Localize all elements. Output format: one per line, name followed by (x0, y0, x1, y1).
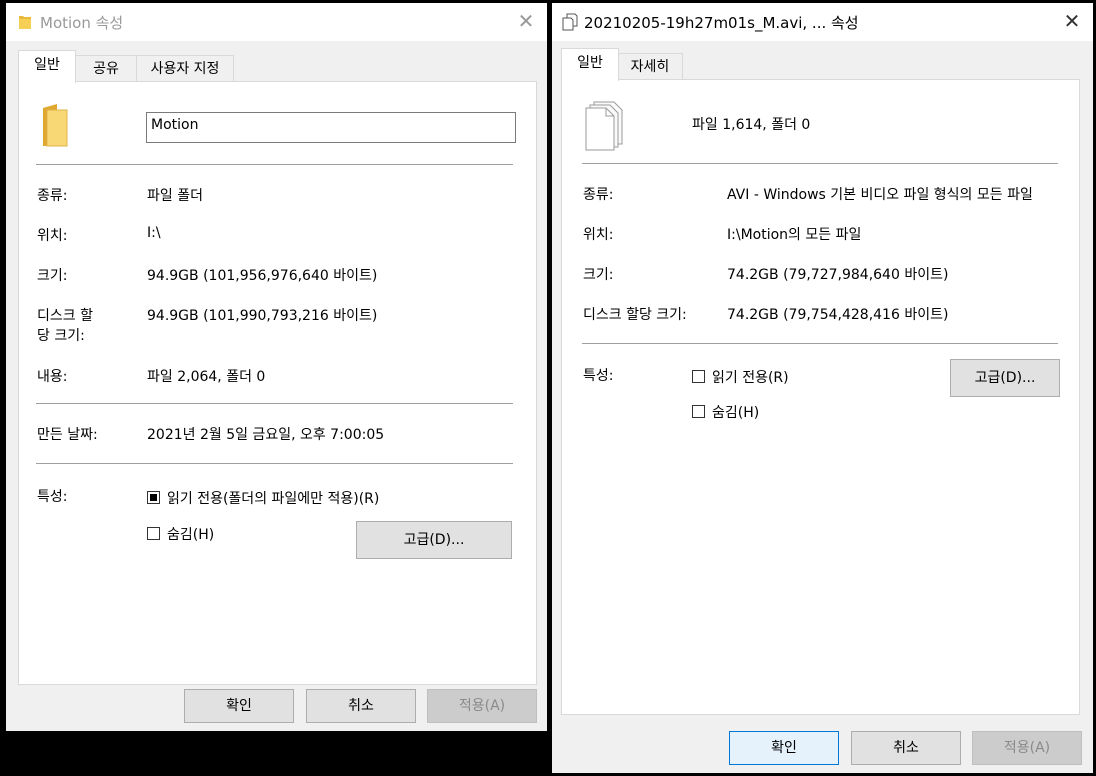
readonly-label[interactable]: 읽기 전용(R) (712, 367, 789, 387)
folder-name-input[interactable]: Motion (146, 112, 516, 143)
disk-size-value: 74.2GB (79,754,428,416 바이트) (727, 307, 949, 323)
created-value: 2021년 2월 5일 금요일, 오후 7:00:05 (147, 427, 385, 443)
tab-customize[interactable]: 사용자 지정 (136, 55, 234, 83)
size-label: 크기: (583, 267, 614, 283)
ok-button[interactable]: 확인 (184, 689, 294, 723)
disk-size-label: 디스크 할당 크기: (583, 307, 687, 323)
type-label: 종류: (583, 187, 614, 203)
separator (36, 164, 513, 165)
contents-value: 파일 2,064, 폴더 0 (147, 369, 266, 385)
selection-summary: 파일 1,614, 폴더 0 (692, 117, 811, 133)
folder-icon (43, 104, 68, 147)
tab-sharing[interactable]: 공유 (74, 55, 138, 83)
readonly-checkbox[interactable] (147, 491, 160, 504)
location-label: 위치: (583, 227, 614, 243)
close-button[interactable]: ✕ (1058, 7, 1086, 35)
separator (582, 343, 1058, 344)
advanced-button[interactable]: 고급(D)... (950, 359, 1060, 397)
size-value: 94.9GB (101,956,976,640 바이트) (147, 268, 378, 284)
hidden-checkbox[interactable] (692, 405, 705, 418)
tab-general[interactable]: 일반 (561, 48, 619, 81)
tab-details[interactable]: 자세히 (617, 53, 683, 81)
attributes-label: 특성: (37, 489, 68, 505)
cancel-button[interactable]: 취소 (306, 689, 416, 723)
close-button[interactable]: ✕ (512, 7, 540, 35)
readonly-label[interactable]: 읽기 전용(폴더의 파일에만 적용)(R) (167, 488, 379, 508)
apply-button[interactable]: 적용(A) (972, 731, 1082, 765)
hidden-label[interactable]: 숨김(H) (167, 524, 214, 544)
type-value: 파일 폴더 (147, 188, 203, 204)
folder-properties-dialog: Motion 속성 ✕ 일반 공유 사용자 지정 Motion 종류: 파일 폴… (6, 3, 547, 731)
general-panel: Motion 종류: 파일 폴더 위치: I:\ 크기: 94.9GB (101… (18, 81, 537, 685)
separator (36, 403, 513, 404)
hidden-label[interactable]: 숨김(H) (712, 402, 759, 422)
window-title: 20210205-19h27m01s_M.avi, ... 속성 (584, 14, 859, 32)
created-label: 만든 날짜: (37, 427, 98, 443)
type-value: AVI - Windows 기본 비디오 파일 형식의 모든 파일 (727, 187, 1033, 203)
separator (582, 163, 1058, 164)
general-panel: 파일 1,614, 폴더 0 종류: AVI - Windows 기본 비디오 … (561, 79, 1080, 715)
location-value: I:\ (147, 225, 161, 241)
location-value: I:\Motion의 모든 파일 (727, 227, 862, 243)
window-title: Motion 속성 (40, 14, 124, 32)
title-bar: 20210205-19h27m01s_M.avi, ... 속성 ✕ (552, 3, 1093, 41)
tab-general[interactable]: 일반 (18, 50, 76, 83)
readonly-checkbox[interactable] (692, 370, 705, 383)
disk-size-value: 94.9GB (101,990,793,216 바이트) (147, 308, 378, 324)
apply-button[interactable]: 적용(A) (427, 689, 537, 723)
title-bar: Motion 속성 ✕ (6, 3, 547, 41)
separator (36, 463, 513, 464)
folder-icon (19, 16, 31, 29)
attributes-label: 특성: (583, 368, 614, 384)
size-label: 크기: (37, 268, 68, 284)
size-value: 74.2GB (79,727,984,640 바이트) (727, 267, 949, 283)
files-properties-dialog: 20210205-19h27m01s_M.avi, ... 속성 ✕ 일반 자세… (552, 3, 1093, 773)
disk-size-label-line2: 당 크기: (37, 328, 85, 344)
advanced-button[interactable]: 고급(D)... (356, 521, 512, 559)
cancel-button[interactable]: 취소 (851, 731, 961, 765)
multiple-files-icon (585, 101, 623, 151)
type-label: 종류: (37, 188, 68, 204)
multiple-files-icon (562, 13, 578, 31)
ok-button[interactable]: 확인 (729, 731, 839, 765)
hidden-checkbox[interactable] (147, 527, 160, 540)
disk-size-label-line1: 디스크 할 (37, 308, 93, 324)
location-label: 위치: (37, 228, 68, 244)
contents-label: 내용: (37, 369, 68, 385)
